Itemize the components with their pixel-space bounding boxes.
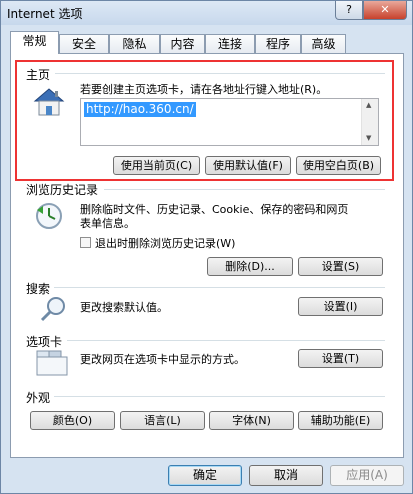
divider xyxy=(67,340,385,341)
tab-connections[interactable]: 连接 xyxy=(205,34,255,53)
history-title: 浏览历史记录 xyxy=(26,183,99,197)
scrollbar[interactable]: ▲ ▼ xyxy=(361,99,378,145)
languages-button[interactable]: 语言(L) xyxy=(120,411,205,430)
homepage-title: 主页 xyxy=(26,68,51,82)
divider xyxy=(54,396,385,397)
divider xyxy=(55,73,385,74)
home-icon xyxy=(33,88,65,116)
close-button[interactable]: ✕ xyxy=(363,1,407,20)
tabs-icon xyxy=(36,350,68,376)
homepage-address-field[interactable]: http://hao.360.cn/ ▲ ▼ xyxy=(80,98,379,146)
colors-button[interactable]: 颜色(O) xyxy=(30,411,115,430)
appearance-title: 外观 xyxy=(26,391,51,405)
accessibility-button[interactable]: 辅助功能(E) xyxy=(298,411,383,430)
ok-button[interactable]: 确定 xyxy=(168,465,242,486)
delete-on-exit-checkbox[interactable] xyxy=(80,237,91,248)
tab-security[interactable]: 安全 xyxy=(59,34,109,53)
cancel-button[interactable]: 取消 xyxy=(249,465,323,486)
tab-privacy[interactable]: 隐私 xyxy=(109,34,160,53)
homepage-address-text: http://hao.360.cn/ xyxy=(84,102,196,117)
help-button[interactable]: ? xyxy=(335,1,363,20)
internet-options-window: Internet 选项 ? ✕ 常规 安全 隐私 内容 连接 程序 高级 主页 … xyxy=(0,0,413,494)
scroll-up-icon[interactable]: ▲ xyxy=(366,101,371,109)
tabs-description: 更改网页在选项卡中显示的方式。 xyxy=(80,353,245,366)
delete-on-exit-label: 退出时删除浏览历史记录(W) xyxy=(95,237,236,250)
tab-advanced[interactable]: 高级 xyxy=(301,34,346,53)
fonts-button[interactable]: 字体(N) xyxy=(209,411,294,430)
apply-button[interactable]: 应用(A) xyxy=(330,465,404,486)
title-bar: Internet 选项 ? ✕ xyxy=(1,1,412,25)
scroll-down-icon[interactable]: ▼ xyxy=(366,134,371,142)
search-icon xyxy=(40,297,65,322)
use-current-button[interactable]: 使用当前页(C) xyxy=(113,156,200,175)
tab-general[interactable]: 常规 xyxy=(10,31,59,54)
homepage-hint: 若要创建主页选项卡，请在各地址行键入地址(R)。 xyxy=(80,83,328,96)
use-default-button[interactable]: 使用默认值(F) xyxy=(205,156,291,175)
search-settings-button[interactable]: 设置(I) xyxy=(298,297,383,316)
search-description: 更改搜索默认值。 xyxy=(80,301,168,314)
divider xyxy=(104,189,385,190)
tabs-settings-button[interactable]: 设置(T) xyxy=(298,349,383,368)
history-settings-button[interactable]: 设置(S) xyxy=(298,257,383,276)
history-description-line2: 表单信息。 xyxy=(80,217,135,230)
delete-history-button[interactable]: 删除(D)... xyxy=(207,257,293,276)
tab-programs[interactable]: 程序 xyxy=(255,34,301,53)
use-blank-button[interactable]: 使用空白页(B) xyxy=(296,156,381,175)
window-title: Internet 选项 xyxy=(7,7,83,21)
history-clock-icon xyxy=(36,203,62,229)
tab-content[interactable]: 内容 xyxy=(160,34,205,53)
divider xyxy=(54,287,385,288)
